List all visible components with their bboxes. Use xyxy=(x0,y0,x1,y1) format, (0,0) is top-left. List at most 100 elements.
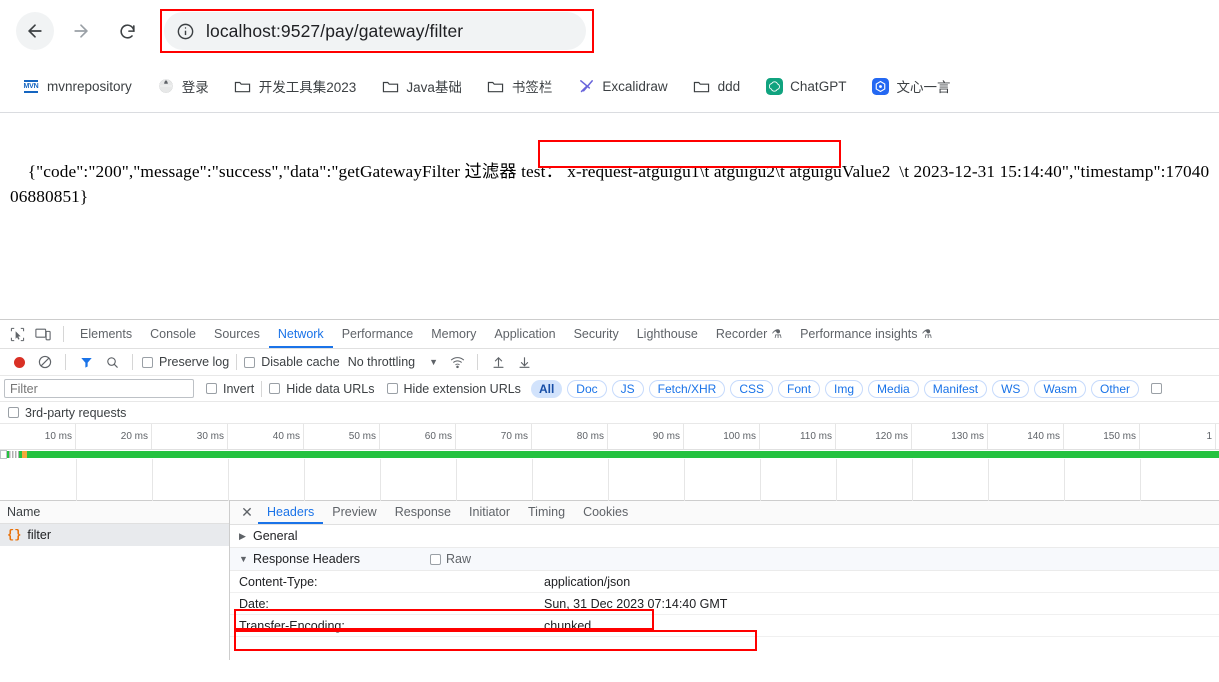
detail-tab-timing[interactable]: Timing xyxy=(519,501,574,524)
filter-type-css[interactable]: CSS xyxy=(730,379,774,398)
wifi-icon[interactable] xyxy=(444,351,470,373)
detail-tab-response[interactable]: Response xyxy=(386,501,460,524)
filter-input[interactable] xyxy=(4,379,194,398)
third-party-requests-checkbox[interactable]: 3rd-party requests xyxy=(8,406,126,420)
close-icon[interactable]: ✕ xyxy=(236,502,258,524)
filter-type-doc[interactable]: Doc xyxy=(567,379,607,398)
detail-tab-preview[interactable]: Preview xyxy=(323,501,385,524)
mvn-icon-text: MVN xyxy=(23,79,39,93)
tab-memory[interactable]: Memory xyxy=(422,320,485,348)
column-header-name: Name xyxy=(7,505,41,519)
bookmark-folder-ddd[interactable]: ddd xyxy=(685,72,749,100)
export-har-button[interactable] xyxy=(511,351,537,373)
filter-type-manifest[interactable]: Manifest xyxy=(923,379,988,398)
tab-application[interactable]: Application xyxy=(485,320,564,348)
checkbox-box xyxy=(8,407,19,418)
tab-sources[interactable]: Sources xyxy=(205,320,269,348)
clear-button[interactable] xyxy=(32,351,58,373)
detail-tab-headers[interactable]: Headers xyxy=(258,501,323,524)
requests-column-header[interactable]: Name xyxy=(0,501,229,524)
disable-cache-checkbox[interactable]: Disable cache xyxy=(244,355,340,369)
search-icon[interactable] xyxy=(99,351,125,373)
filter-type-js[interactable]: JS xyxy=(611,379,644,398)
bookmark-excalidraw[interactable]: Excalidraw xyxy=(569,72,675,100)
blocked-cookies-checkbox[interactable] xyxy=(1151,383,1163,394)
bookmark-folder-bookmarkbar[interactable]: 书签栏 xyxy=(479,72,561,100)
filter-type-ws[interactable]: WS xyxy=(992,379,1030,398)
grid-line xyxy=(456,459,457,501)
tab-network[interactable]: Network xyxy=(269,320,333,348)
hide-data-urls-checkbox[interactable]: Hide data URLs xyxy=(269,381,375,396)
chevron-down-icon[interactable]: ▼ xyxy=(429,357,438,367)
pill-label: JS xyxy=(620,381,635,396)
filter-type-other[interactable]: Other xyxy=(1091,379,1140,398)
tab-console[interactable]: Console xyxy=(141,320,205,348)
section-general[interactable]: ▶ General xyxy=(230,525,1219,548)
request-row-filter[interactable]: {} filter xyxy=(0,524,229,546)
tab-label: Performance xyxy=(341,327,414,341)
filter-type-img[interactable]: Img xyxy=(825,379,864,398)
network-overview-bar[interactable] xyxy=(0,450,1219,459)
tab-recorder[interactable]: Recorder ⚗ xyxy=(707,320,791,348)
filter-type-fetch-xhr[interactable]: Fetch/XHR xyxy=(648,379,726,398)
checkbox-box xyxy=(430,553,442,565)
record-button[interactable] xyxy=(6,351,32,373)
bookmark-mvnrepository[interactable]: MVN mvnrepository xyxy=(14,72,140,100)
folder-icon xyxy=(234,77,252,95)
devtools-panel: Elements Console Sources Network Perform… xyxy=(0,319,1219,682)
record-icon xyxy=(13,356,25,368)
import-har-button[interactable] xyxy=(485,351,511,373)
overview-left-handle[interactable] xyxy=(0,450,7,459)
hide-extension-urls-checkbox[interactable]: Hide extension URLs xyxy=(386,382,521,396)
device-toolbar-icon[interactable] xyxy=(30,322,56,346)
reload-button[interactable] xyxy=(108,12,146,50)
bookmark-chatgpt[interactable]: ChatGPT xyxy=(757,72,854,100)
pill-label: Font xyxy=(787,381,812,396)
checkbox-box xyxy=(386,383,398,394)
bookmark-login[interactable]: 登录 xyxy=(149,72,217,100)
bookmark-wenxinyiyan[interactable]: 文心一言 xyxy=(863,72,958,100)
folder-icon xyxy=(381,77,399,95)
address-bar[interactable]: localhost:9527/pay/gateway/filter xyxy=(164,12,586,50)
filter-type-font[interactable]: Font xyxy=(778,379,821,398)
invert-checkbox[interactable]: Invert xyxy=(206,382,254,396)
network-filter-bar: Invert Hide data URLs Hide extension URL… xyxy=(0,376,1219,402)
grid-line xyxy=(608,459,609,501)
raw-checkbox[interactable]: Raw xyxy=(430,552,471,566)
back-button[interactable] xyxy=(16,12,54,50)
inspect-element-icon[interactable] xyxy=(4,322,30,346)
site-info-icon[interactable] xyxy=(170,16,200,46)
grid-line xyxy=(1064,459,1065,501)
tab-performance[interactable]: Performance xyxy=(333,320,423,348)
folder-icon xyxy=(487,77,505,95)
detail-tab-initiator[interactable]: Initiator xyxy=(460,501,519,524)
bookmark-label: 登录 xyxy=(181,80,209,95)
toolbar-divider xyxy=(236,354,238,370)
filter-type-wasm[interactable]: Wasm xyxy=(1034,379,1086,398)
timeline-tick: 120 ms xyxy=(836,424,912,449)
tab-elements[interactable]: Elements xyxy=(71,320,141,348)
filter-type-all[interactable]: All xyxy=(530,379,563,398)
toolbar-divider xyxy=(65,354,66,370)
bookmark-folder-java[interactable]: Java基础 xyxy=(373,72,470,100)
bookmark-folder-devtools2023[interactable]: 开发工具集2023 xyxy=(226,72,365,100)
section-response-headers[interactable]: ▼ Response Headers Raw xyxy=(230,548,1219,571)
header-row-content-type: Content-Type: application/json xyxy=(230,571,1219,593)
header-name: Content-Type: xyxy=(239,574,318,589)
checkbox-box xyxy=(269,383,281,394)
hide-data-urls-label: Hide data URLs xyxy=(286,381,375,396)
filter-toggle-button[interactable] xyxy=(73,351,99,373)
throttling-select[interactable]: No throttling xyxy=(348,355,415,369)
tab-performance-insights[interactable]: Performance insights ⚗ xyxy=(791,320,941,348)
tab-lighthouse[interactable]: Lighthouse xyxy=(628,320,707,348)
detail-tab-cookies[interactable]: Cookies xyxy=(574,501,637,524)
tab-security[interactable]: Security xyxy=(565,320,628,348)
reload-icon xyxy=(118,22,137,41)
devtools-tabbar: Elements Console Sources Network Perform… xyxy=(0,320,1219,349)
timeline-tick: 50 ms xyxy=(304,424,380,449)
forward-button[interactable] xyxy=(62,12,100,50)
requests-list-pane: Name {} filter xyxy=(0,501,230,660)
tab-label: Response xyxy=(394,505,452,519)
filter-type-media[interactable]: Media xyxy=(868,379,919,398)
preserve-log-checkbox[interactable]: Preserve log xyxy=(142,355,229,369)
